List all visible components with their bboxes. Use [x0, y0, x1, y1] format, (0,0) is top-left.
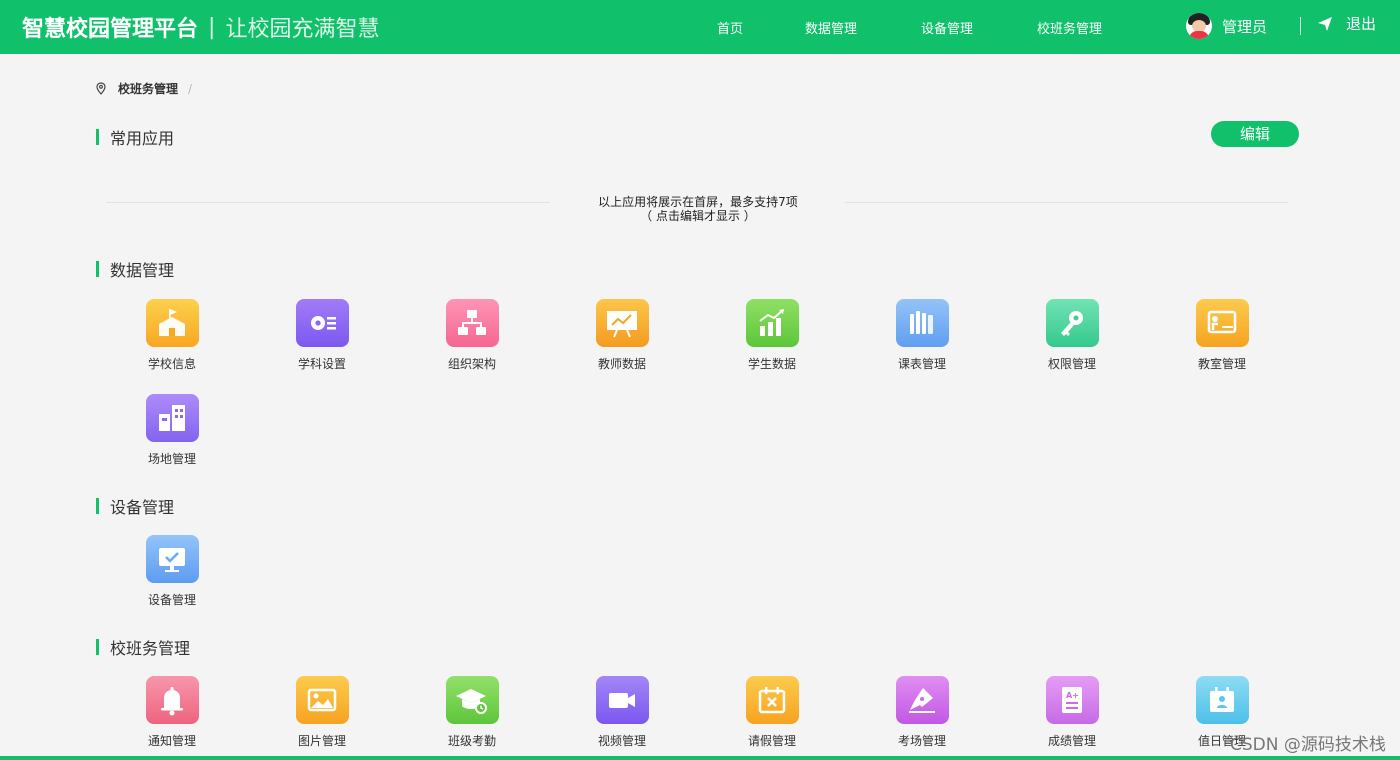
- app-label: 视频管理: [597, 734, 646, 748]
- app-label: 权限管理: [1047, 357, 1096, 371]
- divider-left: [106, 202, 550, 203]
- app-teacher-data[interactable]: 教师数据: [567, 299, 677, 372]
- org-chart-icon: [445, 299, 499, 347]
- app-label: 成绩管理: [1047, 734, 1096, 748]
- hint-line-1: 以上应用将展示在首屏，最多支持7项: [598, 195, 798, 209]
- app-timetable[interactable]: 课表管理: [867, 299, 977, 372]
- bell-icon: [145, 676, 199, 724]
- section-marker: [96, 261, 99, 277]
- app-label: 设备管理: [147, 593, 196, 607]
- hint-line-2: （ 点击编辑才显示 ）: [640, 209, 756, 223]
- brand: 智慧校园管理平台 | 让校园充满智慧: [22, 0, 379, 54]
- graduation-cap-icon: [445, 676, 499, 724]
- nav-device-management[interactable]: 设备管理: [921, 18, 973, 37]
- section-label: 设备管理: [110, 498, 175, 517]
- nav-class-affairs[interactable]: 校班务管理: [1037, 18, 1102, 37]
- section-title-class: 校班务管理: [96, 635, 190, 659]
- section-marker: [96, 498, 99, 514]
- app-venue[interactable]: 场地管理: [117, 394, 227, 467]
- top-header: 智慧校园管理平台 | 让校园充满智慧 首页 数据管理 设备管理 校班务管理 管理…: [0, 0, 1400, 54]
- divider-right: [845, 202, 1288, 203]
- app-exam-room[interactable]: 考场管理: [867, 676, 977, 749]
- app-label: 场地管理: [147, 452, 196, 466]
- user-name: 管理员: [1222, 17, 1268, 36]
- app-label: 组织架构: [447, 357, 496, 371]
- common-apps-hint: 以上应用将展示在首屏，最多支持7项 （ 点击编辑才显示 ）: [560, 195, 836, 223]
- app-score[interactable]: A+ 成绩管理: [1017, 676, 1127, 749]
- app-label: 教室管理: [1197, 357, 1246, 371]
- app-label: 图片管理: [297, 734, 346, 748]
- app-picture[interactable]: 图片管理: [267, 676, 377, 749]
- csdn-watermark: CSDN @源码技术栈: [1230, 735, 1386, 755]
- app-class-attendance[interactable]: 班级考勤: [417, 676, 527, 749]
- app-label: 教师数据: [597, 357, 646, 371]
- section-title-device: 设备管理: [96, 494, 174, 518]
- platform-title: 智慧校园管理平台: [22, 17, 199, 42]
- app-leave[interactable]: 请假管理: [717, 676, 827, 749]
- breadcrumb-separator: /: [188, 81, 193, 96]
- svg-text:A+: A+: [1066, 691, 1079, 700]
- section-title-common: 常用应用: [96, 125, 174, 149]
- section-title-data: 数据管理: [96, 257, 174, 281]
- key-icon: [1045, 299, 1099, 347]
- breadcrumb-current[interactable]: 校班务管理: [118, 80, 178, 97]
- nav-home[interactable]: 首页: [717, 18, 743, 37]
- header-divider: [1300, 17, 1301, 35]
- app-org-structure[interactable]: 组织架构: [417, 299, 527, 372]
- nav-data-management[interactable]: 数据管理: [805, 18, 857, 37]
- app-device-management[interactable]: 设备管理: [117, 535, 227, 608]
- section-marker: [96, 639, 99, 655]
- app-video[interactable]: 视频管理: [567, 676, 677, 749]
- school-building-icon: [145, 299, 199, 347]
- pen-nib-icon: [895, 676, 949, 724]
- app-label: 课表管理: [897, 357, 946, 371]
- app-label: 通知管理: [147, 734, 196, 748]
- app-label: 学校信息: [147, 357, 196, 371]
- app-label: 学生数据: [747, 357, 796, 371]
- image-icon: [295, 676, 349, 724]
- section-label: 常用应用: [110, 129, 175, 148]
- app-permission[interactable]: 权限管理: [1017, 299, 1127, 372]
- app-label: 学科设置: [297, 357, 346, 371]
- buildings-icon: [145, 394, 199, 442]
- app-school-info[interactable]: 学校信息: [117, 299, 227, 372]
- app-label: 班级考勤: [447, 734, 496, 748]
- user-menu[interactable]: 管理员: [1186, 13, 1267, 39]
- logout-button[interactable]: 退出: [1318, 13, 1376, 34]
- presentation-board-icon: [595, 299, 649, 347]
- app-label: 请假管理: [747, 734, 796, 748]
- video-camera-icon: [595, 676, 649, 724]
- avatar: [1186, 13, 1212, 39]
- platform-slogan: 让校园充满智慧: [225, 17, 380, 42]
- edit-button[interactable]: 编辑: [1211, 121, 1299, 147]
- app-label: 考场管理: [897, 734, 946, 748]
- breadcrumb: 校班务管理 /: [96, 80, 192, 97]
- books-icon: [895, 299, 949, 347]
- calendar-cancel-icon: [745, 676, 799, 724]
- section-marker: [96, 129, 99, 145]
- classroom-board-icon: [1195, 299, 1249, 347]
- report-card-icon: A+: [1045, 676, 1099, 724]
- app-student-data[interactable]: 学生数据: [717, 299, 827, 372]
- section-label: 校班务管理: [110, 639, 191, 658]
- app-notice[interactable]: 通知管理: [117, 676, 227, 749]
- duty-calendar-icon: [1195, 676, 1249, 724]
- bottom-bar: [0, 756, 1400, 760]
- monitor-icon: [145, 535, 199, 583]
- send-icon: [1318, 16, 1332, 31]
- section-label: 数据管理: [110, 261, 175, 280]
- settings-gear-icon: [295, 299, 349, 347]
- growth-chart-icon: [745, 299, 799, 347]
- logout-label: 退出: [1346, 15, 1377, 33]
- app-subject-settings[interactable]: 学科设置: [267, 299, 377, 372]
- app-classroom[interactable]: 教室管理: [1167, 299, 1277, 372]
- location-pin-icon: [96, 82, 106, 95]
- brand-separator: |: [208, 14, 216, 40]
